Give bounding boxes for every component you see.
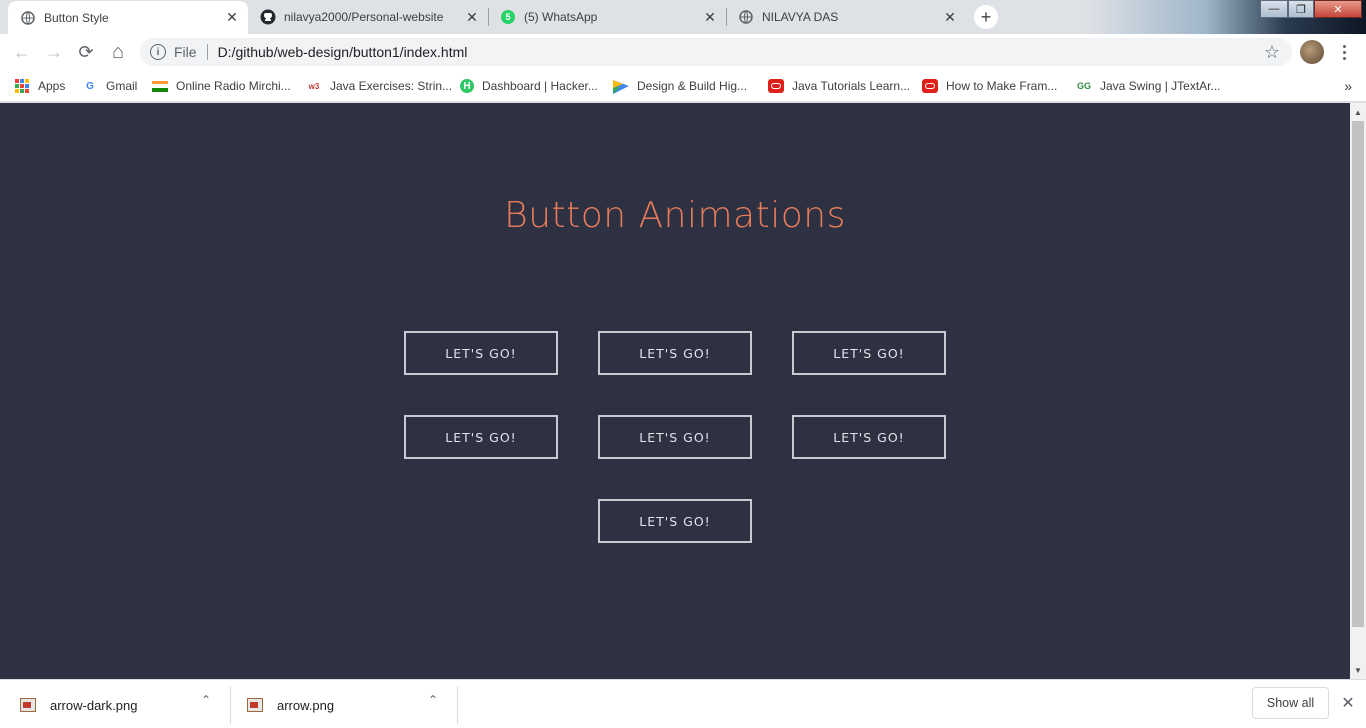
image-file-icon [20, 698, 36, 712]
download-item[interactable]: arrow-dark.png [20, 686, 137, 724]
scheme-label: File [174, 44, 197, 60]
lets-go-button-2[interactable]: LET'S GO! [598, 331, 752, 375]
close-icon[interactable]: ✕ [702, 9, 718, 25]
image-file-icon [247, 698, 263, 712]
maximize-button[interactable]: ❐ [1288, 0, 1314, 18]
india-flag-icon [152, 78, 168, 94]
scrollbar-thumb[interactable] [1352, 121, 1364, 627]
bookmark-label: Java Swing | JTextAr... [1100, 79, 1221, 93]
oracle-icon [922, 78, 938, 94]
reload-icon[interactable]: ⟳ [74, 40, 98, 64]
whatsapp-icon: 5 [500, 9, 516, 25]
bookmark-label: Apps [38, 79, 66, 93]
google-icon: G [86, 80, 94, 92]
chevron-up-icon[interactable]: ⌃ [196, 690, 216, 710]
oracle-icon [768, 78, 784, 94]
address-separator [206, 44, 208, 60]
kebab-menu-icon[interactable] [1334, 40, 1354, 64]
chevron-up-icon[interactable]: ⌃ [423, 690, 443, 710]
bookmark-java-swing[interactable]: GG Java Swing | JTextAr... [1076, 75, 1221, 97]
lets-go-button-4[interactable]: LET'S GO! [404, 415, 558, 459]
close-icon[interactable]: ✕ [464, 9, 480, 25]
bookmark-gmail[interactable]: G Gmail [82, 75, 137, 97]
tab-whatsapp[interactable]: 5 (5) WhatsApp ✕ [488, 0, 726, 34]
bookmark-label: Online Radio Mirchi... [176, 79, 291, 93]
show-all-button[interactable]: Show all [1252, 687, 1329, 719]
download-filename: arrow.png [277, 697, 335, 713]
github-icon [260, 9, 276, 25]
lets-go-button-1[interactable]: LET'S GO! [404, 331, 558, 375]
tab-github[interactable]: nilavya2000/Personal-website ✕ [248, 0, 488, 34]
vertical-scrollbar[interactable]: ▲ ▼ [1350, 103, 1366, 679]
bookmark-hackerrank[interactable]: H Dashboard | Hacker... [460, 75, 598, 97]
bookmark-label: Design & Build Hig... [637, 79, 748, 93]
download-shelf: arrow-dark.png ⌃ arrow.png ⌃ Show all ✕ [0, 679, 1366, 728]
home-icon[interactable]: ⌂ [106, 40, 130, 64]
bookmarks-bar: Apps G Gmail Online Radio Mirchi... w3 J… [0, 70, 1366, 102]
bookmark-label: Java Exercises: Strin... [330, 79, 453, 93]
bookmark-radio-mirchi[interactable]: Online Radio Mirchi... [152, 75, 291, 97]
notification-badge: 5 [501, 10, 515, 24]
scroll-down-arrow-icon[interactable]: ▼ [1350, 663, 1366, 677]
globe-icon [20, 10, 36, 26]
lets-go-button-7[interactable]: LET'S GO! [598, 499, 752, 543]
address-bar[interactable]: i File D:/github/web-design/button1/inde… [140, 38, 1292, 66]
download-separator [457, 686, 458, 724]
scroll-up-arrow-icon[interactable]: ▲ [1350, 105, 1366, 119]
close-icon[interactable]: ✕ [942, 9, 958, 25]
bookmark-label: Gmail [106, 79, 138, 93]
w3resource-icon: w3 [308, 81, 320, 91]
lets-go-button-3[interactable]: LET'S GO! [792, 331, 946, 375]
close-icon[interactable]: ✕ [1338, 693, 1358, 713]
tab-title: NILAVYA DAS [762, 10, 839, 24]
forward-arrow-icon[interactable]: → [42, 40, 66, 64]
globe-icon [738, 9, 754, 25]
bookmark-java-exercises[interactable]: w3 Java Exercises: Strin... [306, 75, 452, 97]
bookmark-label: Dashboard | Hacker... [482, 79, 598, 93]
browser-toolbar: ← → ⟳ ⌂ i File D:/github/web-design/butt… [0, 34, 1366, 70]
tab-title: Button Style [44, 10, 109, 25]
url-text[interactable]: D:/github/web-design/button1/index.html [218, 44, 468, 60]
hackerrank-icon: H [460, 79, 474, 93]
tab-strip: Button Style ✕ nilavya2000/Personal-webs… [0, 0, 1366, 34]
apps-grid-icon [14, 78, 30, 94]
download-item[interactable]: arrow.png [247, 686, 334, 724]
bookmark-label: Java Tutorials Learn... [792, 79, 911, 93]
tab-nilavya-das[interactable]: NILAVYA DAS ✕ [726, 0, 966, 34]
tab-button-style[interactable]: Button Style ✕ [8, 1, 248, 34]
new-tab-button[interactable]: + [974, 5, 998, 29]
page-content: Button Animations LET'S GO! LET'S GO! LE… [0, 103, 1350, 679]
bookmark-how-to-make-frame[interactable]: How to Make Fram... [922, 75, 1057, 97]
star-icon[interactable]: ☆ [1264, 42, 1280, 63]
minimize-button[interactable]: — [1260, 0, 1288, 18]
info-icon[interactable]: i [150, 44, 166, 60]
avatar[interactable] [1300, 40, 1324, 64]
geeksforgeeks-icon: GG [1076, 81, 1091, 91]
bookmark-label: How to Make Fram... [946, 79, 1058, 93]
bookmark-apps[interactable]: Apps [14, 75, 65, 97]
tab-title: (5) WhatsApp [524, 10, 598, 24]
page-title: Button Animations [504, 195, 846, 236]
design-icon [613, 78, 629, 94]
close-icon[interactable]: ✕ [224, 9, 240, 26]
bookmark-design-build[interactable]: Design & Build Hig... [613, 75, 747, 97]
back-arrow-icon[interactable]: ← [10, 40, 34, 64]
tab-title: nilavya2000/Personal-website [284, 10, 444, 24]
download-separator [230, 686, 231, 724]
bookmarks-overflow-icon[interactable]: » [1344, 78, 1352, 94]
lets-go-button-5[interactable]: LET'S GO! [598, 415, 752, 459]
window-close-button[interactable]: ✕ [1314, 0, 1362, 18]
bookmark-java-tutorials[interactable]: Java Tutorials Learn... [768, 75, 910, 97]
download-filename: arrow-dark.png [50, 697, 138, 713]
lets-go-button-6[interactable]: LET'S GO! [792, 415, 946, 459]
